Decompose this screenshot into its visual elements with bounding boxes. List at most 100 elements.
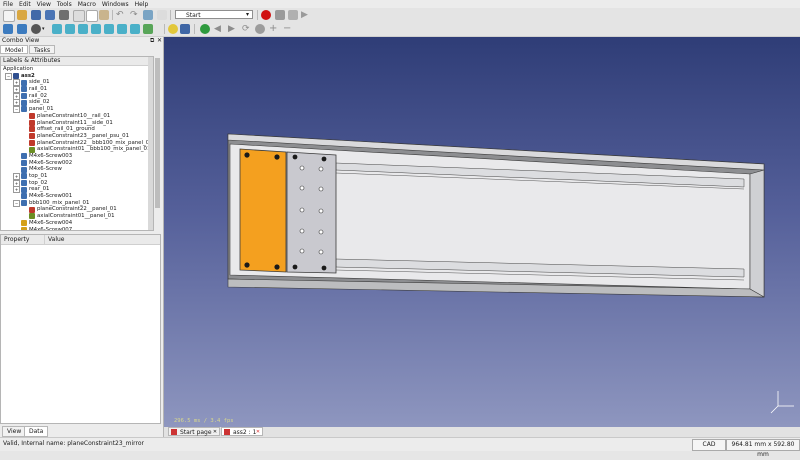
tree-item[interactable]: + top_01 (1, 173, 153, 180)
status-bar: Valid, Internal name: planeConstraint23_… (0, 437, 800, 458)
tab-view[interactable]: View (2, 426, 27, 437)
execute-macro-icon[interactable]: ▶ (301, 10, 311, 20)
part-icon (21, 200, 27, 207)
menu-edit[interactable]: Edit (16, 1, 34, 8)
fit-selection-icon[interactable] (17, 24, 27, 34)
tab-tasks[interactable]: Tasks (29, 45, 56, 54)
tree-item-label: M4x6-Screw007 (29, 226, 73, 231)
fit-all-icon[interactable] (3, 24, 13, 34)
new-file-icon[interactable] (3, 10, 15, 22)
zoom-in-icon[interactable]: + (269, 24, 279, 34)
tree-item[interactable]: offset_rail_01_ground (1, 126, 153, 133)
tree-item[interactable]: − bbb100_mix_panel_01 (1, 199, 153, 207)
tree-item[interactable]: planeConstraint10__rail_01 (1, 113, 153, 120)
menu-file[interactable]: File (0, 1, 16, 8)
view-bottom-icon[interactable] (117, 24, 127, 34)
record-macro-icon[interactable] (261, 10, 271, 20)
float-icon[interactable]: ⧉ (150, 37, 154, 45)
close-icon[interactable]: ✕ (212, 429, 218, 435)
tree-item[interactable]: Application (1, 66, 153, 73)
cut-icon[interactable] (73, 10, 85, 22)
tree-item-label: axialConstraint01__panel_01 (37, 213, 115, 220)
copy-icon[interactable] (86, 10, 98, 22)
tree-item[interactable]: axialConstraint01__panel_01 (1, 213, 153, 220)
open-folder-icon[interactable] (17, 10, 27, 20)
macros-icon[interactable] (288, 10, 298, 20)
measure-icon[interactable] (143, 24, 153, 34)
tree-item[interactable]: + rail_02 (1, 92, 153, 100)
group-icon[interactable] (180, 24, 190, 34)
menu-macro[interactable]: Macro (75, 1, 99, 8)
tab-model[interactable]: Model (0, 45, 29, 54)
3d-viewport[interactable]: 296.5 ms / 3.4 fps (164, 37, 800, 427)
whats-this-icon[interactable] (157, 10, 167, 20)
screw-hole (274, 264, 280, 270)
chevron-down-icon[interactable]: ▾ (42, 24, 52, 34)
close-icon[interactable]: ✕ (157, 37, 162, 44)
tree-item-label: planeConstraint22__panel_01 (37, 206, 117, 213)
tree-item[interactable]: − ass2 (1, 72, 153, 80)
tree-item[interactable]: + top_02 (1, 179, 153, 187)
fps-counter: 296.5 ms / 3.4 fps (174, 418, 234, 424)
part-icon (21, 93, 27, 100)
view-right-icon[interactable] (91, 24, 101, 34)
view-top-icon[interactable] (78, 24, 88, 34)
draw-style-icon[interactable] (31, 24, 41, 34)
model-render[interactable] (164, 37, 800, 427)
tree-item[interactable]: M4x6-Screw (1, 166, 153, 173)
menu-help[interactable]: Help (132, 1, 152, 8)
redo-icon[interactable]: ↷ (130, 10, 140, 20)
back-icon[interactable]: ◀ (214, 24, 224, 34)
tab-start-page[interactable]: Start page ✕ (168, 427, 220, 436)
save-as-icon[interactable] (45, 10, 55, 20)
tree-item[interactable]: M4x6-Screw007 (1, 226, 153, 231)
print-icon[interactable] (59, 10, 69, 20)
tree-item[interactable]: M4x6-Screw002 (1, 160, 153, 167)
forward-icon[interactable]: ▶ (228, 24, 238, 34)
tree-item[interactable]: M4x6-Screw004 (1, 220, 153, 227)
stop-icon[interactable] (255, 24, 265, 34)
tree-item[interactable]: planeConstraint22__panel_01 (1, 206, 153, 213)
navigation-style-button[interactable]: CAD (692, 439, 726, 451)
view-rear-icon[interactable] (104, 24, 114, 34)
tree-item[interactable]: + rail_01 (1, 86, 153, 94)
undo-icon[interactable]: ↶ (116, 10, 126, 20)
tree-item[interactable]: M4x6-Screw003 (1, 153, 153, 160)
paste-icon[interactable] (99, 10, 109, 20)
tree-item[interactable]: + side_01 (1, 79, 153, 87)
tree-item[interactable]: + side_02 (1, 99, 153, 107)
tree-item[interactable]: − panel_01 (1, 106, 153, 114)
dimensions-readout: 964.81 mm x 592.80 mm (726, 439, 800, 458)
zoom-out-icon[interactable]: − (283, 24, 293, 34)
tree-item[interactable]: + rear_01 (1, 186, 153, 194)
view-left-icon[interactable] (130, 24, 140, 34)
tree-item[interactable]: planeConstraint23__panel_psu_01 (1, 133, 153, 140)
std-part-icon[interactable] (168, 24, 178, 34)
workbench-selector[interactable]: Start ▾ (175, 10, 253, 19)
tab-data[interactable]: Data (24, 426, 49, 437)
tree-scrollbar[interactable] (148, 57, 153, 230)
document-tabs: Start page ✕ ass2 : 1 ✕ (164, 427, 800, 437)
view-isometric-icon[interactable] (52, 24, 62, 34)
part-icon (21, 173, 27, 180)
constraint-icon (29, 133, 35, 140)
tree-item[interactable]: M4x6-Screw001 (1, 193, 153, 200)
web-home-icon[interactable] (200, 24, 210, 34)
tree-item[interactable]: planeConstraint22__bbb100_mix_panel_01 (1, 140, 153, 147)
refresh-icon[interactable] (143, 10, 153, 20)
menu-view[interactable]: View (34, 1, 54, 8)
property-column-header[interactable]: Property (1, 235, 45, 244)
tree-item[interactable]: planeConstraint11__side_01 (1, 120, 153, 127)
save-icon[interactable] (31, 10, 41, 20)
reload-icon[interactable]: ⟳ (242, 24, 252, 34)
stop-macro-icon[interactable] (275, 10, 285, 20)
tree-item[interactable]: axialConstraint01__bbb100_mix_panel_01 (1, 146, 153, 153)
tab-ass2[interactable]: ass2 : 1 ✕ (221, 427, 263, 436)
view-front-icon[interactable] (65, 24, 75, 34)
tree-item-label: panel_01 (29, 106, 54, 113)
close-icon[interactable]: ✕ (255, 429, 261, 435)
menu-tools[interactable]: Tools (54, 1, 75, 8)
menu-windows[interactable]: Windows (99, 1, 132, 8)
tree-scroll-thumb[interactable] (155, 58, 160, 208)
value-column-header[interactable]: Value (45, 235, 64, 244)
